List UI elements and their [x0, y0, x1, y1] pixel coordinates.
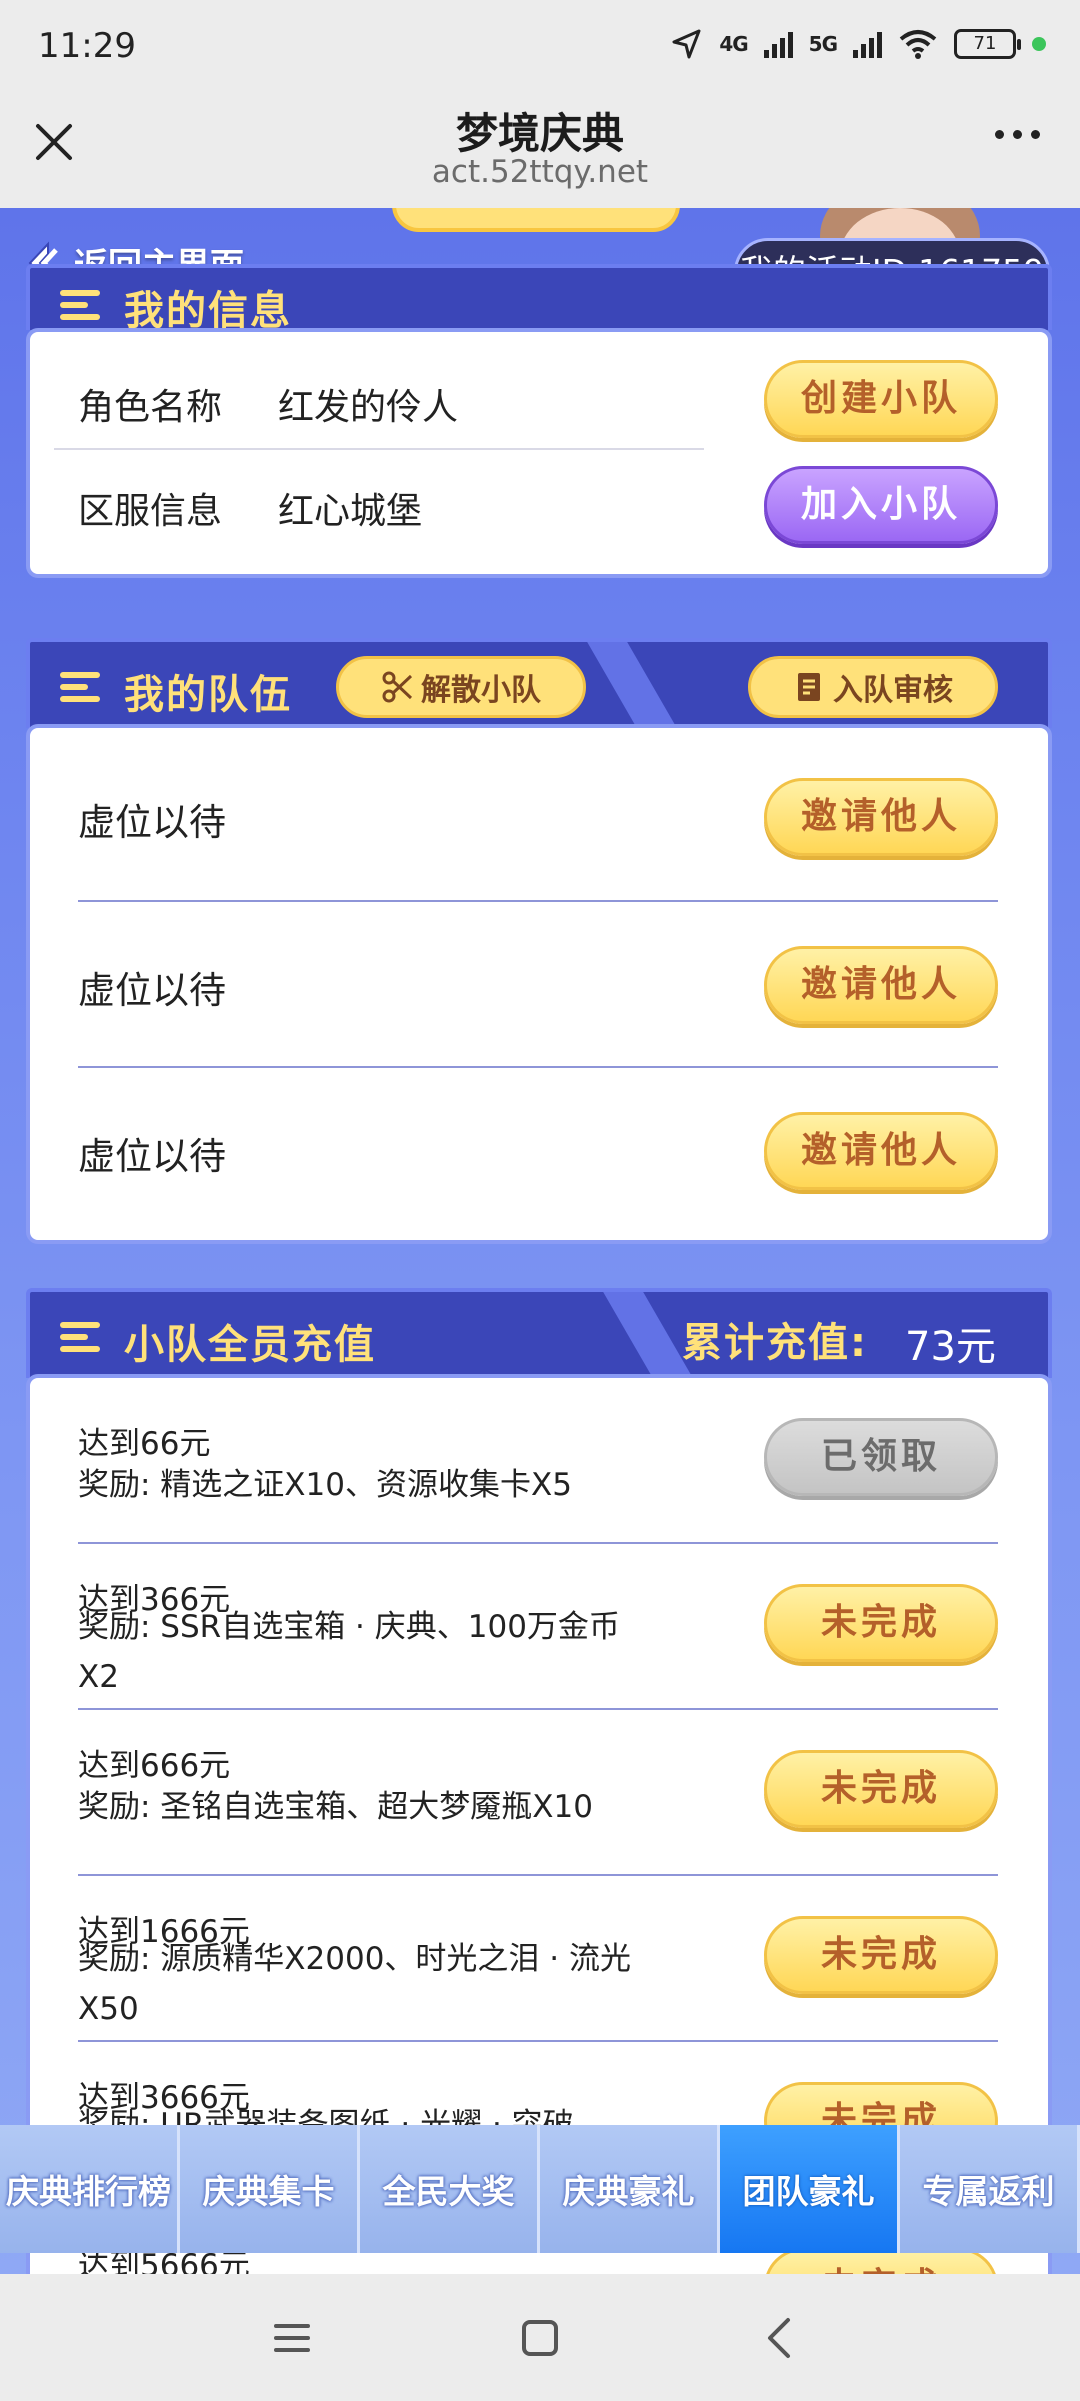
invite-button-1[interactable]: 邀请他人	[764, 778, 998, 856]
team-slots-body: 虚位以待 邀请他人 虚位以待 邀请他人 虚位以待 邀请他人	[26, 724, 1052, 1244]
page-title: 梦境庆典	[455, 109, 624, 158]
team-recharge-header: 小队全员充值 累计充值: 73元	[26, 1288, 1052, 1378]
bottom-tab-bar: 庆典排行榜 庆典集卡 全民大奖 庆典豪礼 团队豪礼 专属返利	[0, 2125, 1080, 2253]
status-time: 11:29	[38, 26, 136, 66]
status-bar: 11:29 4G 5G 71	[0, 0, 1080, 100]
scissors-icon	[382, 671, 413, 703]
disband-team-button[interactable]: 解散小队	[336, 656, 586, 718]
role-name-value: 红发的伶人	[278, 387, 459, 428]
list-icon	[60, 672, 100, 702]
wifi-icon	[899, 30, 937, 59]
tab-grand-prize[interactable]: 全民大奖	[360, 2125, 540, 2253]
signal-5g-icon	[853, 30, 882, 58]
status-icons: 4G 5G 71	[671, 28, 1046, 60]
invite-button-3[interactable]: 邀请他人	[764, 1112, 998, 1190]
reward-divider	[78, 1874, 998, 1876]
reward-2-status-button[interactable]: 未完成	[764, 1584, 998, 1662]
reward-3-target: 达到666元	[78, 1748, 231, 1784]
reward-1-target: 达到66元	[78, 1426, 211, 1462]
network-5g-label: 5G	[808, 32, 838, 56]
tab-card-collect[interactable]: 庆典集卡	[180, 2125, 360, 2253]
my-team-header: 我的队伍 解散小队 入队审核	[26, 638, 1052, 728]
signal-4g-icon	[763, 30, 793, 58]
team-slot-3-text: 虚位以待	[78, 1135, 226, 1178]
total-recharge-value: 73元	[905, 1324, 996, 1370]
reward-2-items: 奖励: SSR自选宝箱 · 庆典、100万金币X2	[78, 1609, 620, 1695]
join-review-label: 入队审核	[833, 673, 953, 708]
tab-celebration-gift[interactable]: 庆典豪礼	[540, 2125, 720, 2253]
server-info-value: 红心城堡	[278, 491, 423, 532]
screen: 11:29 4G 5G 71 梦境庆典 act.52ttqy.net 返回主界面	[0, 0, 1080, 2401]
server-info-row: 区服信息 红心城堡	[78, 482, 422, 534]
reward-3-status-button[interactable]: 未完成	[764, 1750, 998, 1828]
page-url: act.52ttqy.net	[431, 154, 649, 190]
reward-4-status-button[interactable]: 未完成	[764, 1916, 998, 1994]
my-team-panel: 我的队伍 解散小队 入队审核 虚位以待 邀请他人 虚位以待 邀请他人 虚位以待 …	[26, 638, 1052, 1244]
reward-1-claimed-button[interactable]: 已领取	[764, 1418, 998, 1496]
team-slot-1-text: 虚位以待	[78, 801, 226, 844]
back-icon[interactable]	[752, 2310, 808, 2366]
reward-3-items: 奖励: 圣铭自选宝箱、超大梦魇瓶X10	[78, 1789, 593, 1825]
document-icon	[798, 673, 820, 701]
browser-header: 梦境庆典 act.52ttqy.net	[0, 100, 1080, 208]
slot-divider	[78, 900, 998, 902]
list-icon	[60, 290, 100, 320]
tab-team-gift[interactable]: 团队豪礼	[720, 2125, 900, 2253]
system-nav-bar	[0, 2274, 1080, 2401]
join-review-button[interactable]: 入队审核	[748, 656, 998, 718]
more-options-icon[interactable]	[995, 130, 1040, 139]
reward-divider	[78, 1708, 998, 1710]
reward-divider	[78, 2040, 998, 2042]
invite-button-2[interactable]: 邀请他人	[764, 946, 998, 1024]
location-arrow-icon	[672, 29, 701, 59]
create-team-button[interactable]: 创建小队	[764, 360, 998, 438]
my-info-panel: 我的信息 角色名称 红发的伶人 区服信息 红心城堡 创建小队 加入小队	[26, 264, 1052, 604]
team-slot-2-text: 虚位以待	[78, 969, 226, 1012]
home-icon[interactable]	[512, 2310, 568, 2366]
disband-team-label: 解散小队	[421, 673, 541, 708]
role-name-row: 角色名称 红发的伶人	[78, 378, 458, 430]
privacy-indicator-dot	[1032, 37, 1046, 51]
list-icon	[60, 1322, 100, 1352]
top-banner-pill	[392, 208, 680, 232]
battery-icon: 71	[954, 29, 1021, 59]
my-info-body: 角色名称 红发的伶人 区服信息 红心城堡 创建小队 加入小队	[26, 328, 1052, 578]
network-4g-label: 4G	[719, 32, 748, 56]
reward-1-items: 奖励: 精选之证X10、资源收集卡X5	[78, 1467, 572, 1503]
tab-ranking[interactable]: 庆典排行榜	[0, 2125, 180, 2253]
role-name-label: 角色名称	[78, 387, 223, 428]
info-divider	[54, 448, 704, 450]
join-team-button[interactable]: 加入小队	[764, 466, 998, 544]
header-divider-stripe	[603, 1292, 693, 1378]
total-recharge-label: 累计充值:	[682, 1320, 868, 1366]
activity-content: 返回主界面 我的活动ID:161759 我的信息 角色名称红发的伶人	[0, 208, 1080, 2274]
menu-icon[interactable]	[264, 2310, 320, 2366]
reward-divider	[78, 1542, 998, 1544]
slot-divider	[78, 1066, 998, 1068]
reward-4-items: 奖励: 源质精华X2000、时光之泪 · 流光X50	[78, 1941, 631, 2027]
tab-exclusive-rebate[interactable]: 专属返利	[900, 2125, 1080, 2253]
server-info-label: 区服信息	[78, 491, 223, 532]
team-recharge-title: 小队全员充值	[124, 1322, 376, 1368]
my-team-title: 我的队伍	[124, 672, 292, 718]
my-info-header: 我的信息	[26, 264, 1052, 334]
header-divider-stripe	[587, 642, 677, 728]
